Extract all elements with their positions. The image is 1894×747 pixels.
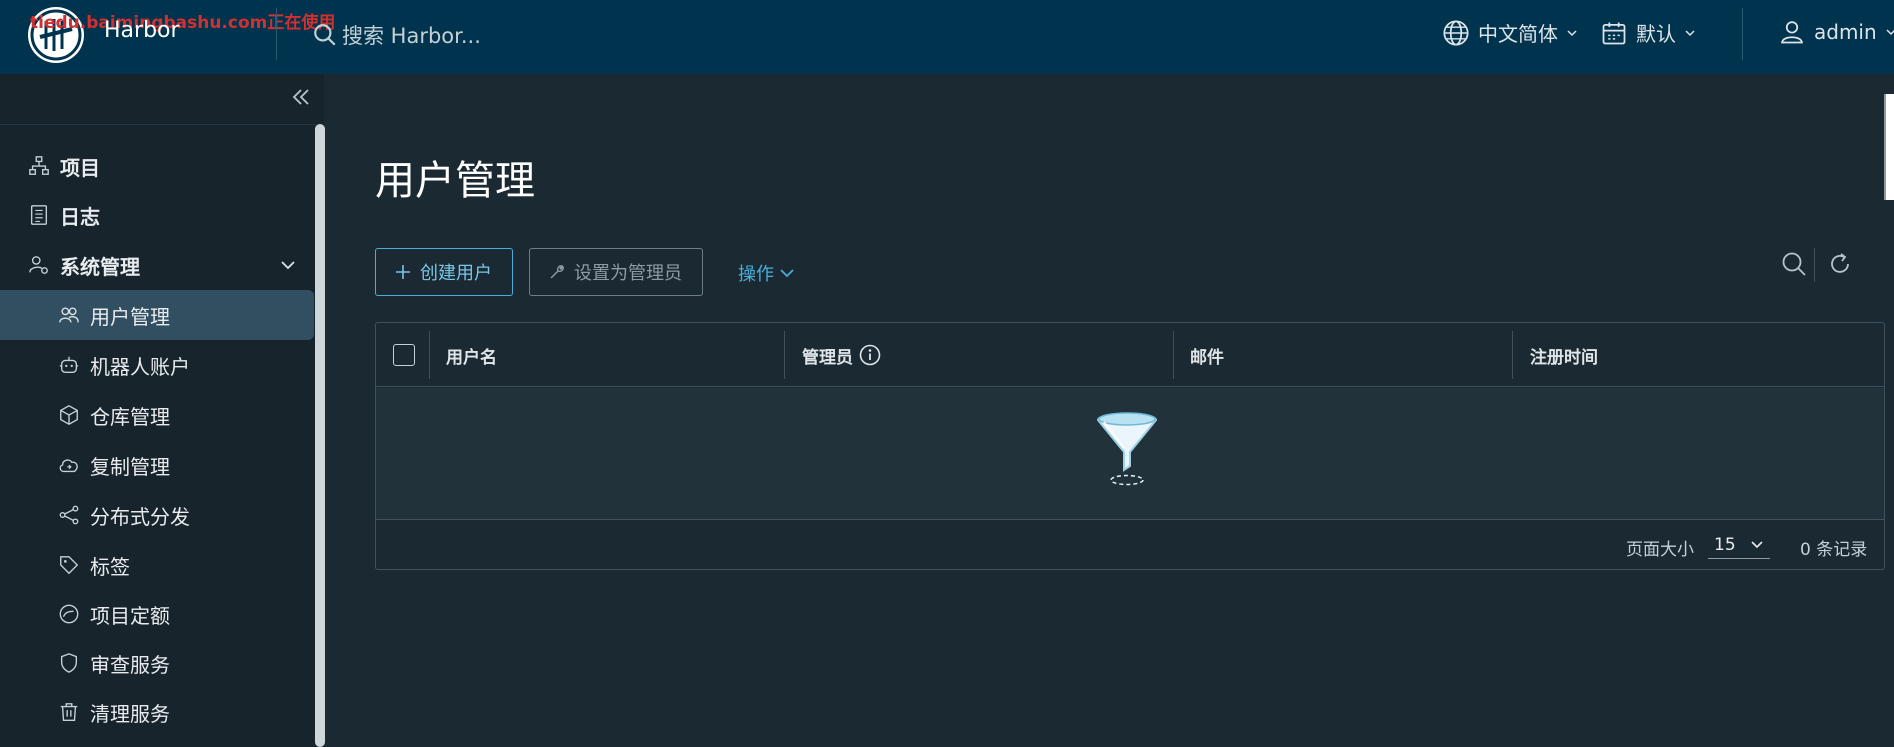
chevron-down-icon: [1567, 29, 1577, 36]
sidebar-item-replications[interactable]: 复制管理: [0, 440, 314, 490]
robot-icon: [59, 356, 79, 374]
column-divider[interactable]: [784, 331, 785, 379]
watermark-text: tiedu.baimingbashu.com正在使用: [30, 13, 336, 33]
wrench-icon: [550, 265, 564, 279]
sidebar-item-label: 分布式分发: [90, 504, 190, 529]
column-header-admin[interactable]: 管理员: [802, 323, 881, 387]
sidebar-item-interrogation-services[interactable]: 审查服务: [0, 638, 314, 688]
column-header-username[interactable]: 用户名: [446, 323, 497, 387]
distribution-icon: [59, 505, 79, 525]
column-divider[interactable]: [1512, 331, 1513, 379]
set-as-admin-label: 设置为管理员: [574, 263, 682, 284]
page-size-select[interactable]: 15: [1708, 531, 1770, 559]
toolbar-divider: [1814, 248, 1815, 282]
datetime-format-switcher[interactable]: 默认: [1600, 18, 1696, 47]
sidebar-item-registries[interactable]: 仓库管理: [0, 390, 314, 440]
quota-icon: [59, 604, 79, 624]
calendar-icon: [1602, 22, 1626, 44]
sidebar-item-label: 项目: [60, 155, 100, 180]
sidebar-item-administration[interactable]: 系统管理: [0, 240, 314, 290]
empty-filter-icon: [1096, 412, 1158, 486]
sidebar-divider: [0, 124, 316, 125]
datetime-format-label: 默认: [1636, 22, 1676, 46]
sidebar-item-user-management[interactable]: 用户管理: [0, 290, 314, 340]
sidebar-item-label: 日志: [60, 204, 100, 229]
select-all-checkbox[interactable]: [393, 344, 415, 366]
plus-icon: [396, 265, 410, 279]
sidebar-item-label: 用户管理: [90, 304, 170, 329]
column-divider: [429, 331, 430, 379]
sidebar-item-robot-accounts[interactable]: 机器人账户: [0, 340, 314, 390]
top-header: tiedu.baimingbashu.com正在使用 Harbor 搜索 Har…: [0, 0, 1894, 74]
actions-dropdown[interactable]: 操作: [738, 260, 796, 286]
tag-icon: [60, 556, 79, 575]
set-as-admin-button[interactable]: 设置为管理员: [529, 248, 703, 296]
users-icon: [59, 307, 79, 323]
refresh-icon[interactable]: [1826, 250, 1854, 278]
language-label: 中文简体: [1478, 22, 1558, 46]
trash-icon: [60, 703, 78, 721]
column-header-label: 用户名: [446, 347, 497, 368]
side-panel-tab[interactable]: [1884, 94, 1894, 200]
registry-icon: [60, 405, 78, 425]
sidebar-item-label: 审查服务: [90, 652, 170, 677]
page-size-value: 15: [1714, 534, 1736, 555]
sidebar-item-project-quotas[interactable]: 项目定额: [0, 589, 314, 639]
sidebar-item-label: 机器人账户: [90, 354, 190, 379]
column-header-email[interactable]: 邮件: [1190, 323, 1224, 387]
global-search[interactable]: 搜索 Harbor...: [312, 20, 481, 50]
sidebar-item-label: 复制管理: [90, 454, 170, 479]
create-user-button[interactable]: 创建用户: [375, 248, 513, 296]
chevron-down-icon: [1886, 29, 1894, 36]
replication-icon: [59, 459, 78, 473]
sidebar-item-label: 标签: [90, 554, 130, 579]
globe-icon: [1443, 19, 1469, 46]
collapse-sidebar-icon[interactable]: [290, 86, 312, 108]
column-divider[interactable]: [1173, 331, 1174, 379]
sidebar-item-clean-up[interactable]: 清理服务: [0, 687, 314, 737]
actions-label: 操作: [738, 264, 774, 285]
sidebar-item-logs[interactable]: 日志: [0, 190, 314, 240]
column-header-label: 注册时间: [1530, 347, 1598, 368]
chevron-down-icon[interactable]: [280, 257, 296, 273]
sidebar-item-label: 清理服务: [90, 701, 170, 726]
chevron-down-icon: [1751, 540, 1763, 548]
page-size-label: 页面大小: [1626, 540, 1694, 560]
table-body-empty: [376, 388, 1884, 520]
table-header: 用户名 管理员 邮件 注册时间: [376, 323, 1884, 387]
column-header-label: 管理员: [802, 347, 853, 368]
sidebar-item-label: 项目定额: [90, 603, 170, 628]
column-header-label: 邮件: [1190, 347, 1224, 368]
total-records: 0 条记录: [1800, 540, 1868, 560]
user-icon: [1781, 21, 1803, 44]
user-menu[interactable]: admin: [1778, 18, 1894, 46]
page-title: 用户管理: [375, 158, 535, 204]
sidebar-item-distributions[interactable]: 分布式分发: [0, 490, 314, 540]
sidebar-item-projects[interactable]: 项目: [0, 141, 314, 191]
search-placeholder[interactable]: 搜索 Harbor...: [342, 20, 481, 50]
language-switcher[interactable]: 中文简体: [1442, 18, 1578, 47]
sidebar-item-label: 仓库管理: [90, 404, 170, 429]
info-icon[interactable]: [859, 344, 881, 366]
header-divider: [276, 8, 277, 60]
admin-icon: [29, 256, 48, 274]
brand-name[interactable]: Harbor: [104, 18, 180, 43]
log-icon: [30, 205, 48, 225]
users-table: 用户名 管理员 邮件 注册时间 页面大小 15 0 条记录: [375, 322, 1885, 570]
project-icon: [29, 156, 49, 175]
chevron-down-icon: [780, 269, 794, 278]
sidebar-item-label: 系统管理: [60, 254, 140, 279]
table-footer: 页面大小 15 0 条记录: [376, 521, 1884, 569]
create-user-label: 创建用户: [420, 263, 492, 284]
header-divider: [1742, 8, 1743, 60]
sidebar-scrollbar[interactable]: [315, 124, 325, 747]
chevron-down-icon: [1685, 29, 1695, 36]
search-icon[interactable]: [1780, 250, 1808, 278]
shield-icon: [60, 653, 78, 673]
username-label: admin: [1814, 20, 1877, 44]
search-icon: [314, 24, 336, 46]
sidebar-item-labels[interactable]: 标签: [0, 540, 314, 590]
column-header-registration-time[interactable]: 注册时间: [1530, 323, 1598, 387]
